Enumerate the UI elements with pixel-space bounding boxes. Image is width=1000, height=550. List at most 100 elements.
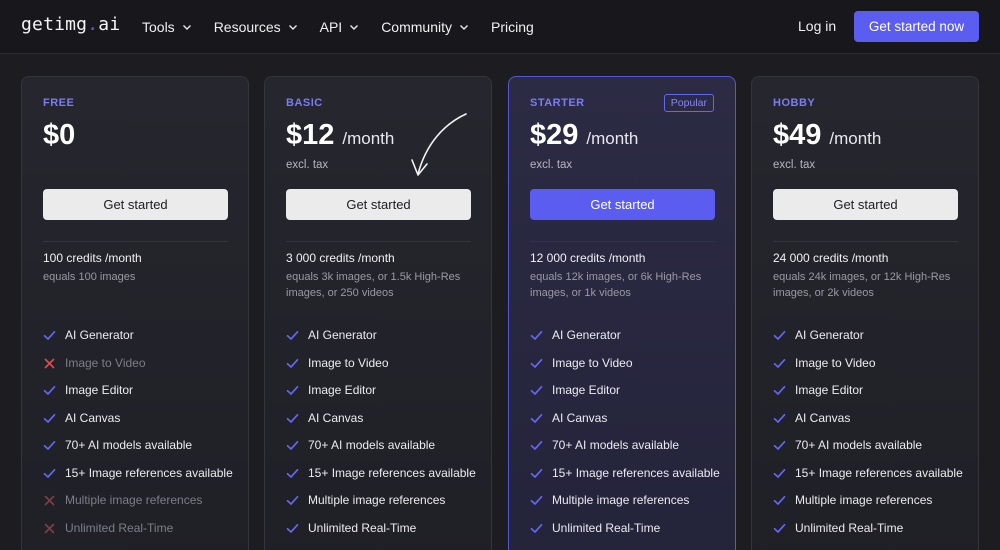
nav-item-pricing[interactable]: Pricing — [491, 19, 534, 35]
check-icon — [286, 412, 299, 425]
divider — [286, 241, 471, 242]
feature-label: 70+ AI models available — [65, 438, 193, 452]
feature-label: Image to Video — [308, 355, 389, 370]
nav-item-tools[interactable]: Tools — [142, 19, 192, 35]
feature-list: AI Generator Image to Video Image Editor AI… — [286, 327, 481, 547]
tax-note: excl. tax — [286, 159, 329, 171]
feature-item: 15+ Image references available — [43, 465, 238, 482]
plan-name: STARTER — [530, 97, 585, 109]
credits-amount: 100 credits /month — [43, 251, 142, 265]
chevron-down-icon — [288, 25, 297, 30]
check-icon — [286, 494, 299, 507]
nav-item-api[interactable]: API — [320, 19, 360, 35]
credits-amount: 12 000 credits /month — [530, 251, 646, 265]
feature-label: AI Generator — [552, 328, 621, 342]
feature-label: AI Generator — [308, 328, 377, 342]
login-link[interactable]: Log in — [798, 18, 836, 34]
popular-badge: Popular — [663, 94, 714, 112]
check-icon — [530, 467, 543, 480]
check-icon — [773, 384, 786, 397]
logo[interactable]: getimg.ai — [21, 14, 120, 35]
check-icon — [773, 329, 786, 342]
get-started-button[interactable]: Get started — [286, 189, 471, 220]
feature-item: AI Canvas — [286, 410, 481, 427]
top-navbar: getimg.ai Tools Resources API Community … — [0, 0, 1000, 54]
feature-item: Image to Video — [286, 355, 481, 372]
feature-item: Multiple image references — [773, 492, 968, 509]
feature-label: Image to Video — [65, 355, 146, 370]
feature-label: 15+ Image references available — [65, 465, 233, 480]
credits-amount: 3 000 credits /month — [286, 251, 395, 265]
price-period: /month — [586, 129, 639, 148]
credits-equivalent: equals 3k images, or 1.5k High-Res image… — [286, 271, 461, 299]
feature-item: Image Editor — [43, 382, 238, 399]
check-icon — [773, 467, 786, 480]
plan-price: $29 /month — [530, 119, 638, 152]
check-icon — [286, 467, 299, 480]
get-started-button[interactable]: Get started — [530, 189, 715, 220]
feature-item: Multiple image references — [530, 492, 725, 509]
check-icon — [530, 494, 543, 507]
nav-links: Tools Resources API Community Pricing — [142, 0, 556, 54]
feature-item: Image to Video — [773, 355, 968, 372]
feature-list: AI Generator Image to Video Image Editor AI… — [43, 327, 238, 547]
feature-label: AI Generator — [65, 328, 134, 342]
check-icon — [773, 412, 786, 425]
feature-item: 15+ Image references available — [530, 465, 725, 482]
check-icon — [530, 329, 543, 342]
divider — [530, 241, 715, 242]
feature-label: AI Generator — [795, 328, 864, 342]
get-started-button[interactable]: Get started — [43, 189, 228, 220]
feature-label: Multiple image references — [65, 493, 203, 507]
feature-item: 70+ AI models available — [43, 437, 238, 454]
check-icon — [43, 467, 56, 480]
feature-list: AI Generator Image to Video Image Editor AI… — [530, 327, 725, 547]
feature-item: 15+ Image references available — [773, 465, 968, 482]
nav-item-community[interactable]: Community — [381, 19, 469, 35]
price-amount: $12 — [286, 119, 335, 151]
check-icon — [773, 494, 786, 507]
feature-list: AI Generator Image to Video Image Editor AI… — [773, 327, 968, 547]
divider — [43, 241, 228, 242]
feature-item: Unlimited Real-Time — [773, 520, 968, 537]
check-icon — [530, 357, 543, 370]
logo-text: getimg — [21, 14, 88, 35]
tax-note: excl. tax — [773, 159, 816, 171]
feature-label: Image Editor — [65, 383, 134, 397]
check-icon — [530, 439, 543, 452]
feature-item: AI Canvas — [530, 410, 725, 427]
check-icon — [773, 439, 786, 452]
hand-drawn-arrow-icon — [411, 113, 467, 176]
feature-item: Unlimited Real-Time — [530, 520, 725, 537]
nav-item-label: Resources — [213, 19, 281, 35]
get-started-button[interactable]: Get started — [773, 189, 958, 220]
check-icon — [286, 439, 299, 452]
plan-price: $49 /month — [773, 119, 881, 152]
feature-item: Image Editor — [530, 382, 725, 399]
credits-equivalent: equals 12k images, or 6k High-Res images… — [530, 271, 702, 299]
cross-icon — [43, 357, 56, 370]
feature-item: AI Canvas — [43, 410, 238, 427]
feature-item: Multiple image references — [43, 492, 238, 509]
feature-label: 15+ Image references available — [552, 465, 720, 480]
check-icon — [286, 357, 299, 370]
feature-label: Unlimited Real-Time — [65, 520, 174, 535]
feature-item: AI Canvas — [773, 410, 968, 427]
feature-label: Image Editor — [552, 383, 621, 397]
nav-item-label: Pricing — [490, 19, 534, 35]
check-icon — [773, 522, 786, 535]
feature-label: Multiple image references — [795, 493, 933, 507]
feature-item: 70+ AI models available — [286, 437, 481, 454]
plan-price: $12 /month — [286, 119, 394, 152]
feature-label: AI Canvas — [65, 410, 121, 425]
chevron-down-icon — [350, 25, 359, 30]
nav-item-resources[interactable]: Resources — [214, 19, 298, 35]
feature-label: 70+ AI models available — [308, 438, 436, 452]
feature-label: Unlimited Real-Time — [552, 520, 661, 535]
feature-item: Image Editor — [286, 382, 481, 399]
cross-icon — [43, 494, 56, 507]
get-started-now-button[interactable]: Get started now — [854, 11, 979, 42]
feature-item: AI Generator — [773, 327, 968, 344]
price-amount: $29 — [530, 119, 579, 151]
nav-item-label: Tools — [142, 19, 175, 35]
